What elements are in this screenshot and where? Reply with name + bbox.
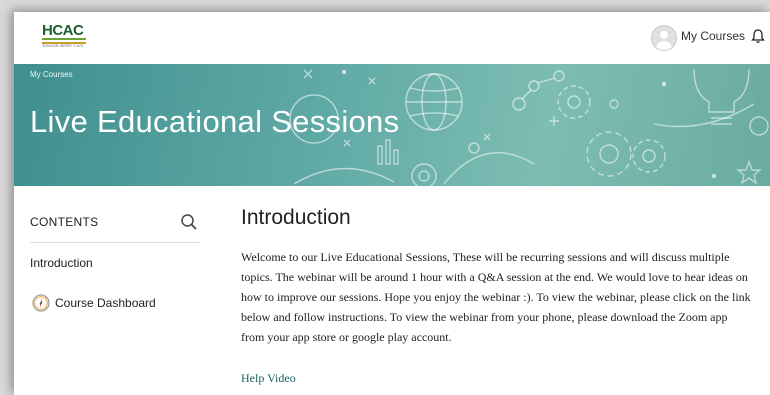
page-title: Live Educational Sessions [30,104,400,139]
search-icon[interactable] [180,213,198,231]
my-courses-link[interactable]: My Courses [681,29,745,43]
toc-item-introduction[interactable]: Introduction [30,256,93,270]
breadcrumb[interactable]: My Courses [30,70,73,79]
course-dashboard-link[interactable]: Course Dashboard [32,293,156,313]
logo-stripe-green [42,38,86,40]
top-navbar: HCAC Towards Better Care My Courses [14,12,770,65]
logo-text: HCAC [42,22,84,39]
bell-icon[interactable] [750,28,766,44]
course-dashboard-label: Course Dashboard [55,296,156,310]
compass-icon [32,294,50,312]
user-avatar-icon[interactable] [651,25,677,51]
course-banner: My Courses Live Educational Sessions [14,64,770,186]
logo-tagline: Towards Better Care [42,44,84,49]
help-video-link[interactable]: Help Video [241,371,296,386]
contents-heading: CONTENTS [30,215,99,229]
course-page: HCAC Towards Better Care My Courses My C… [14,12,770,395]
contents-sidebar: CONTENTS Introduction Course Dashboard [30,186,202,395]
sidebar-divider [30,242,200,243]
section-heading: Introduction [241,206,351,229]
intro-text: Welcome to our Live Educational Sessions… [241,250,751,344]
hcac-logo[interactable]: HCAC Towards Better Care [42,22,88,52]
